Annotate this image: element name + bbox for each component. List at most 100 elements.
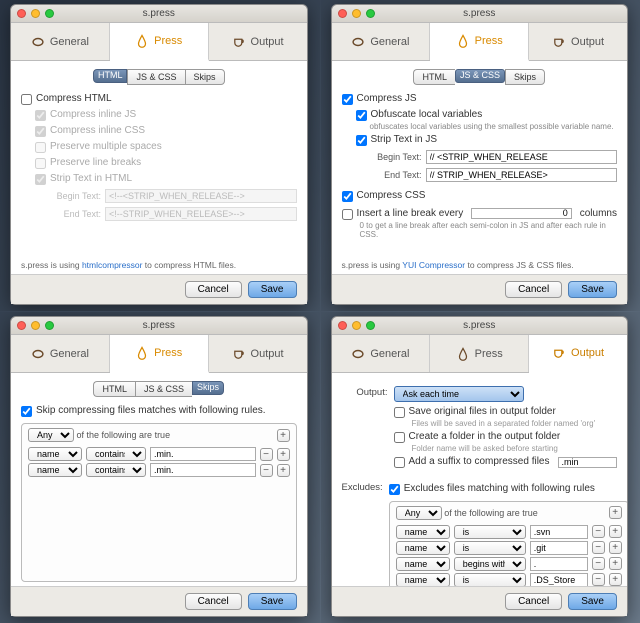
rule-op-select[interactable]: is	[454, 525, 526, 539]
preserve-breaks-chk[interactable]: Preserve line breaks	[35, 157, 297, 169]
end-text-row: End Text:	[370, 168, 618, 182]
add-rule-button[interactable]: +	[277, 448, 290, 461]
rule-op-select[interactable]: begins with	[454, 557, 526, 571]
tab-press[interactable]: Press	[110, 23, 209, 61]
main-tabs: General Press Output	[11, 335, 307, 373]
tab-general[interactable]: General	[11, 335, 110, 372]
save-button[interactable]: Save	[248, 281, 297, 298]
remove-rule-button[interactable]: −	[260, 464, 273, 477]
tab-output[interactable]: Output	[209, 23, 307, 60]
save-button[interactable]: Save	[568, 593, 617, 610]
any-select[interactable]: Any	[396, 506, 442, 520]
tab-general[interactable]: General	[332, 335, 431, 372]
cancel-button[interactable]: Cancel	[505, 281, 562, 298]
segment-html[interactable]: HTML	[93, 381, 135, 397]
compress-html-chk[interactable]: Compress HTML	[21, 93, 297, 105]
rule-field-select[interactable]: name	[28, 447, 82, 461]
add-rule-button[interactable]: +	[609, 573, 622, 586]
skip-rules-chk[interactable]: Skip compressing files matches with foll…	[21, 405, 297, 417]
rule-value-input[interactable]	[150, 447, 256, 461]
output-select[interactable]: Ask each time	[394, 386, 524, 402]
create-folder-note: Folder name will be asked before startin…	[412, 445, 618, 454]
segment-skips[interactable]: Skips	[185, 69, 225, 85]
rule-op-select[interactable]: contains	[86, 447, 146, 461]
rule-op-select[interactable]: is	[454, 541, 526, 555]
segment-html[interactable]: HTML	[93, 69, 128, 83]
tab-press[interactable]: Press	[110, 335, 209, 373]
tab-output[interactable]: Output	[209, 335, 307, 372]
rule-field-select[interactable]: name	[396, 573, 450, 586]
segment-jscss[interactable]: JS & CSS	[127, 69, 184, 85]
yui-link[interactable]: YUI Compressor	[402, 260, 465, 270]
tab-press[interactable]: Press	[430, 335, 529, 372]
add-rule-button[interactable]: +	[609, 557, 622, 570]
add-rule-button[interactable]: +	[277, 429, 290, 442]
compress-js-chk[interactable]: Compress JS	[342, 93, 618, 105]
segment-html[interactable]: HTML	[413, 69, 455, 85]
cancel-button[interactable]: Cancel	[505, 593, 562, 610]
suffix-input[interactable]	[558, 457, 618, 468]
rule-field-select[interactable]: name	[396, 541, 450, 555]
add-rule-button[interactable]: +	[609, 525, 622, 538]
preserve-spaces-chk[interactable]: Preserve multiple spaces	[35, 141, 297, 153]
inline-js-chk[interactable]: Compress inline JS	[35, 109, 297, 121]
rule-field-select[interactable]: name	[28, 463, 82, 477]
tab-press[interactable]: Press	[430, 23, 529, 61]
segment-skips[interactable]: Skips	[505, 69, 545, 85]
end-text-input[interactable]	[105, 207, 297, 221]
tab-general[interactable]: General	[332, 23, 431, 60]
rule-value-input[interactable]	[530, 573, 588, 586]
tab-general[interactable]: General	[11, 23, 110, 60]
window-output: s.press General Press Output Output: Ask…	[331, 316, 629, 617]
remove-rule-button[interactable]: −	[592, 573, 605, 586]
end-label: End Text:	[49, 209, 101, 219]
strip-text-chk[interactable]: Strip Text in HTML	[35, 173, 297, 185]
rule-value-input[interactable]	[530, 525, 588, 539]
add-suffix-chk[interactable]: Add a suffix to compressed files	[394, 456, 618, 468]
footer: Cancel Save	[332, 586, 628, 616]
linebreak-chk[interactable]: Insert a line break every columns	[342, 208, 618, 220]
rule-value-input[interactable]	[530, 557, 588, 571]
excludes-chk[interactable]: Excludes files matching with following r…	[389, 483, 627, 495]
end-text-input[interactable]	[426, 168, 618, 182]
tab-output[interactable]: Output	[529, 335, 627, 373]
rule-field-select[interactable]: name	[396, 525, 450, 539]
save-button[interactable]: Save	[248, 593, 297, 610]
remove-rule-button[interactable]: −	[260, 448, 273, 461]
rule-value-input[interactable]	[150, 463, 256, 477]
any-select[interactable]: Any	[28, 428, 74, 442]
save-button[interactable]: Save	[568, 281, 617, 298]
drop-icon	[456, 347, 470, 361]
content: Output: Ask each time Save original file…	[332, 373, 628, 586]
save-orig-chk[interactable]: Save original files in output folder	[394, 406, 618, 418]
rule-value-input[interactable]	[530, 541, 588, 555]
excludes-box: Any of the following are true + nameis−+…	[389, 501, 627, 586]
segment-skips[interactable]: Skips	[192, 381, 224, 395]
remove-rule-button[interactable]: −	[592, 541, 605, 554]
add-rule-button[interactable]: +	[277, 464, 290, 477]
obfuscate-chk[interactable]: Obfuscate local variables	[356, 109, 618, 121]
htmlcompressor-link[interactable]: htmlcompressor	[82, 260, 142, 270]
linebreak-input[interactable]	[471, 208, 572, 219]
begin-text-row: Begin Text:	[370, 150, 618, 164]
inline-css-chk[interactable]: Compress inline CSS	[35, 125, 297, 137]
remove-rule-button[interactable]: −	[592, 525, 605, 538]
rule-op-select[interactable]: is	[454, 573, 526, 586]
rule-field-select[interactable]: name	[396, 557, 450, 571]
remove-rule-button[interactable]: −	[592, 557, 605, 570]
create-folder-chk[interactable]: Create a folder in the output folder	[394, 431, 618, 443]
cancel-button[interactable]: Cancel	[185, 593, 242, 610]
compress-css-chk[interactable]: Compress CSS	[342, 190, 618, 202]
segment-jscss[interactable]: JS & CSS	[455, 69, 505, 83]
rule-row: name contains −+	[28, 463, 290, 477]
drop-icon	[135, 34, 149, 48]
add-rule-button[interactable]: +	[609, 541, 622, 554]
begin-text-input[interactable]	[426, 150, 618, 164]
cancel-button[interactable]: Cancel	[185, 281, 242, 298]
tab-output[interactable]: Output	[529, 23, 627, 60]
segment-jscss[interactable]: JS & CSS	[135, 381, 192, 397]
begin-text-input[interactable]	[105, 189, 297, 203]
strip-text-js-chk[interactable]: Strip Text in JS	[356, 134, 618, 146]
add-rule-button[interactable]: +	[609, 506, 622, 519]
rule-op-select[interactable]: contains	[86, 463, 146, 477]
